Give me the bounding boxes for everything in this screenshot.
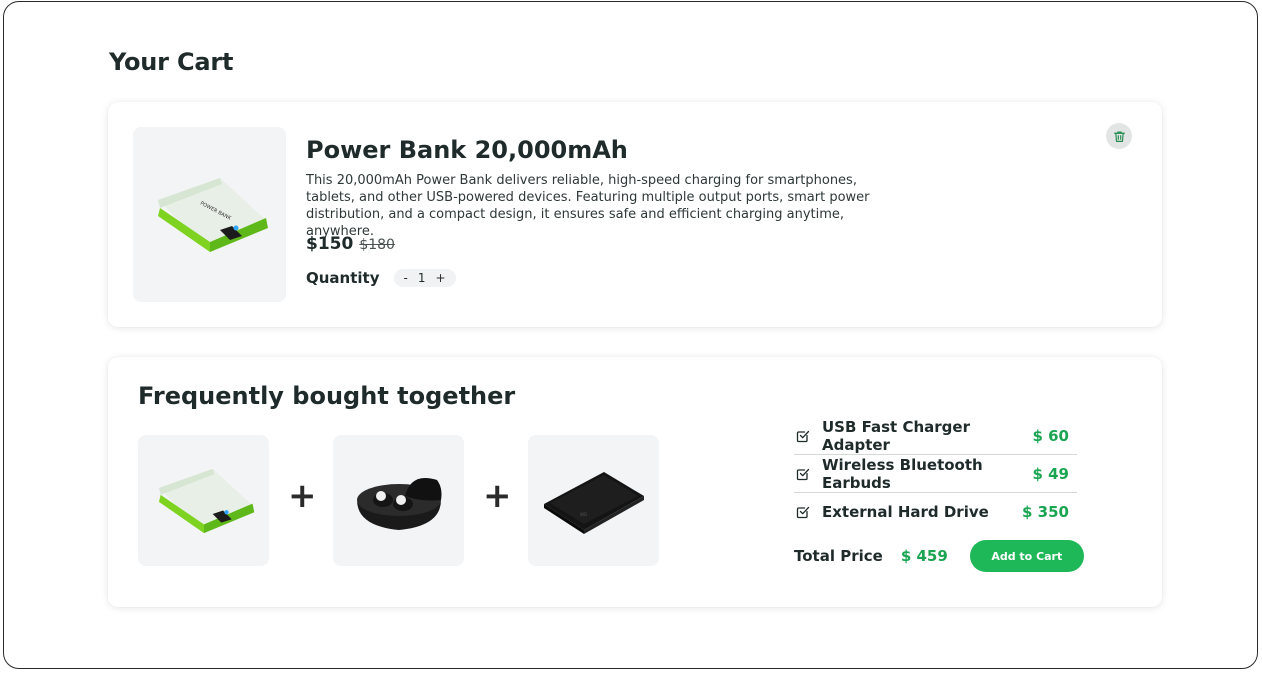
total-row: Total Price $ 459 Add to Cart xyxy=(794,540,1084,572)
checkbox-checked-icon[interactable] xyxy=(796,467,810,481)
bundle-item-name: External Hard Drive xyxy=(822,503,989,521)
bundle-item-image-earbuds[interactable] xyxy=(333,435,464,566)
bundle-items-list: USB Fast Charger Adapter $ 60 Wireless B… xyxy=(794,417,1077,531)
quantity-decrease-button[interactable]: - xyxy=(404,271,408,285)
power-bank-image: POWER BANK xyxy=(157,177,268,252)
checkbox-checked-icon[interactable] xyxy=(796,429,810,443)
quantity-row: Quantity - 1 + xyxy=(306,269,456,287)
current-price: $150 xyxy=(306,234,354,254)
quantity-value: 1 xyxy=(417,271,426,285)
quantity-stepper: - 1 + xyxy=(393,269,456,287)
bundle-item-image-power-bank[interactable] xyxy=(138,435,269,566)
total-price-value: $ 459 xyxy=(900,547,948,565)
hard-drive-image: WD xyxy=(543,471,644,534)
product-description: This 20,000mAh Power Bank delivers relia… xyxy=(306,173,870,239)
product-name: Power Bank 20,000mAh xyxy=(306,136,628,164)
price-row: $150 $180 xyxy=(306,234,395,254)
cart-item-card: POWER BANK Power Bank 20,000mAh This 20,… xyxy=(108,102,1162,327)
bundle-item-price: $ 350 xyxy=(1022,503,1069,521)
bundle-item-row[interactable]: Wireless Bluetooth Earbuds $ 49 xyxy=(794,455,1077,493)
section-title: Frequently bought together xyxy=(138,382,516,410)
total-price-label: Total Price xyxy=(794,547,883,565)
bundle-item-row[interactable]: External Hard Drive $ 350 xyxy=(794,493,1077,531)
original-price: $180 xyxy=(359,237,395,253)
bundle-item-name: Wireless Bluetooth Earbuds xyxy=(822,455,983,492)
quantity-label: Quantity xyxy=(306,269,380,287)
quantity-increase-button[interactable]: + xyxy=(435,271,445,285)
bundle-item-row[interactable]: USB Fast Charger Adapter $ 60 xyxy=(794,417,1077,455)
power-bank-image xyxy=(158,468,254,533)
bundle-item-name: USB Fast Charger Adapter xyxy=(822,417,970,454)
bundle-item-price: $ 60 xyxy=(1032,426,1069,445)
trash-icon xyxy=(1113,130,1125,142)
add-to-cart-button[interactable]: Add to Cart xyxy=(969,540,1084,572)
app-window: Your Cart POWER BANK Power Bank 20,000mA… xyxy=(3,1,1258,669)
plus-sign: + xyxy=(483,476,512,516)
cart-item-image: POWER BANK xyxy=(133,127,286,302)
earbuds-image xyxy=(356,477,441,530)
checkbox-checked-icon[interactable] xyxy=(796,505,810,519)
remove-item-button[interactable] xyxy=(1106,123,1132,149)
bundle-item-price: $ 49 xyxy=(1032,464,1069,483)
plus-sign: + xyxy=(288,476,317,516)
svg-text:WD: WD xyxy=(580,512,587,517)
page-title: Your Cart xyxy=(109,48,234,76)
frequently-bought-together-card: Frequently bought together + + WD USB Fa… xyxy=(108,357,1162,607)
bundle-item-image-hard-drive[interactable]: WD xyxy=(528,435,659,566)
